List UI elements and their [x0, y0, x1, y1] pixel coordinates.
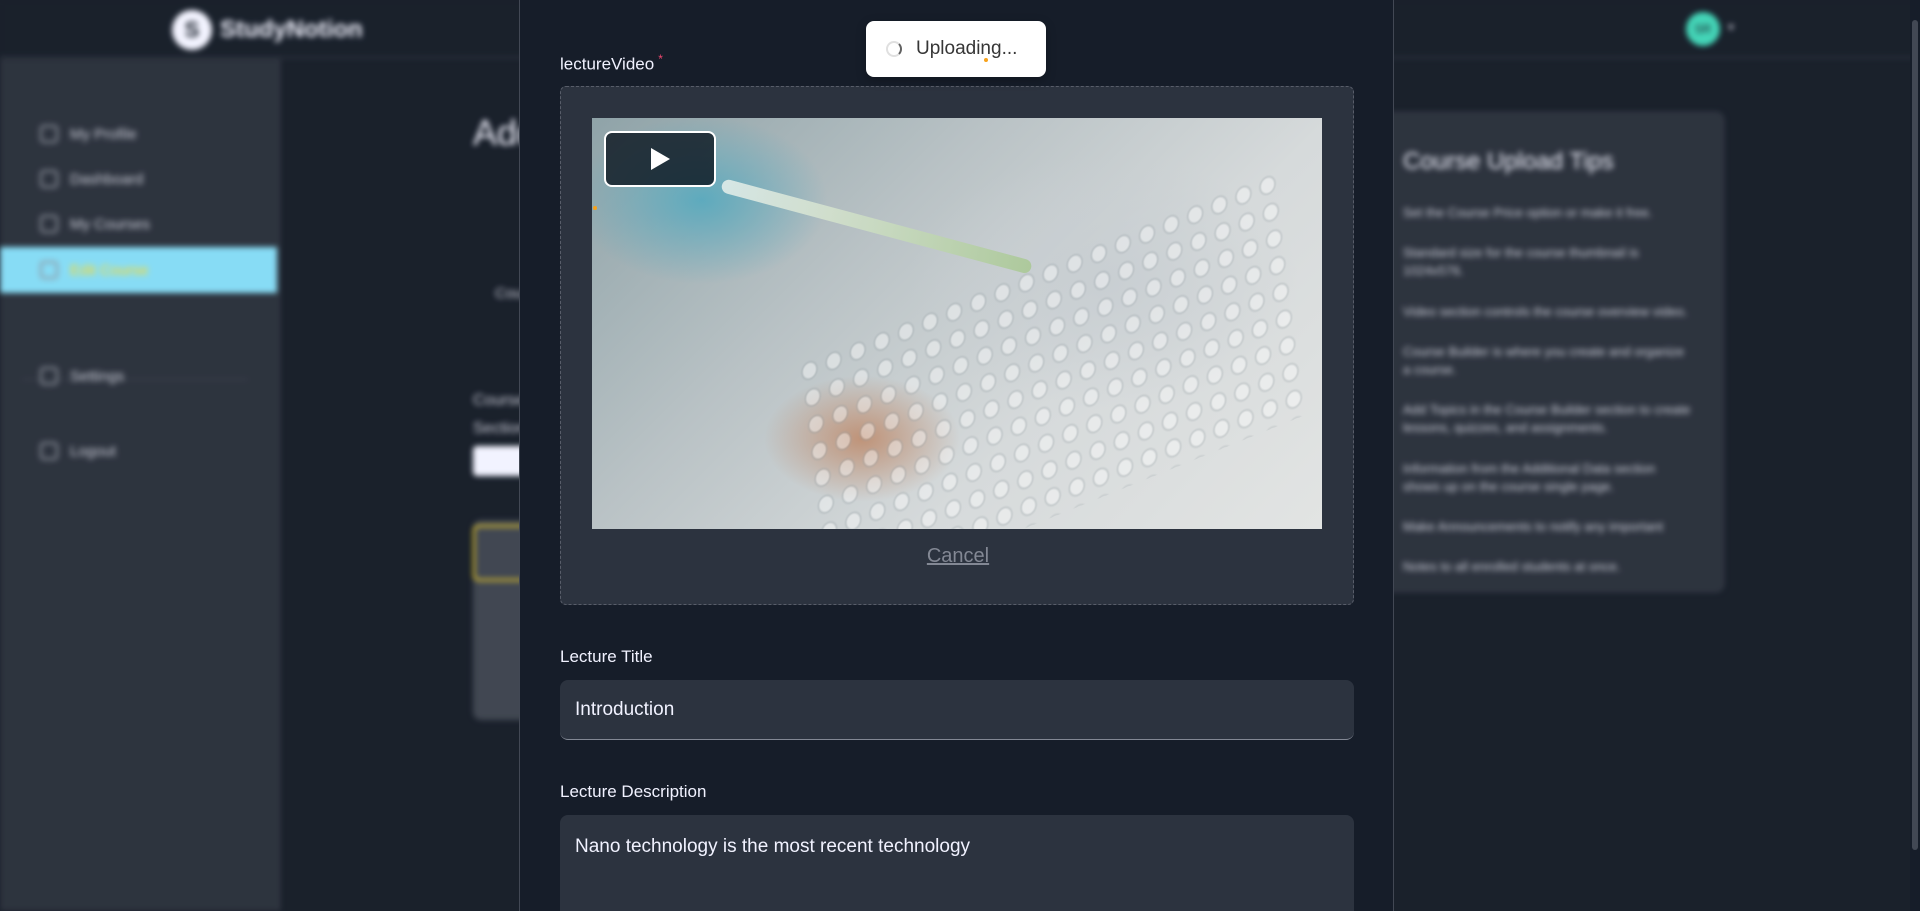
- required-mark: *: [658, 52, 663, 66]
- lecture-title-input[interactable]: [560, 680, 1354, 740]
- page-scrollbar[interactable]: [1910, 0, 1920, 911]
- lecture-video-label-text: lectureVideo: [560, 54, 655, 74]
- lecture-description-textarea[interactable]: Nano technology is the most recent techn…: [560, 815, 1354, 911]
- play-icon: [651, 148, 670, 170]
- cursor-marker: [593, 206, 597, 210]
- lecture-description-label: Lecture Description: [560, 782, 707, 801]
- cancel-upload-link[interactable]: Cancel: [561, 545, 1355, 568]
- lecture-video-label: lectureVideo *: [560, 52, 663, 75]
- video-preview[interactable]: [592, 118, 1322, 529]
- loading-spinner-icon: [886, 41, 902, 57]
- lecture-modal: lectureVideo* Cancel Lecture Title Lectu…: [519, 0, 1394, 911]
- uploading-toast: Uploading...: [866, 21, 1046, 77]
- scrollbar-thumb[interactable]: [1912, 20, 1918, 850]
- play-button[interactable]: [604, 131, 716, 187]
- lecture-title-label: Lecture Title: [560, 647, 653, 666]
- video-upload-dropzone[interactable]: Cancel: [560, 86, 1354, 605]
- toast-message: Uploading...: [916, 38, 1018, 59]
- cursor-marker: [984, 58, 988, 62]
- video-frame-pipette: [720, 178, 1033, 275]
